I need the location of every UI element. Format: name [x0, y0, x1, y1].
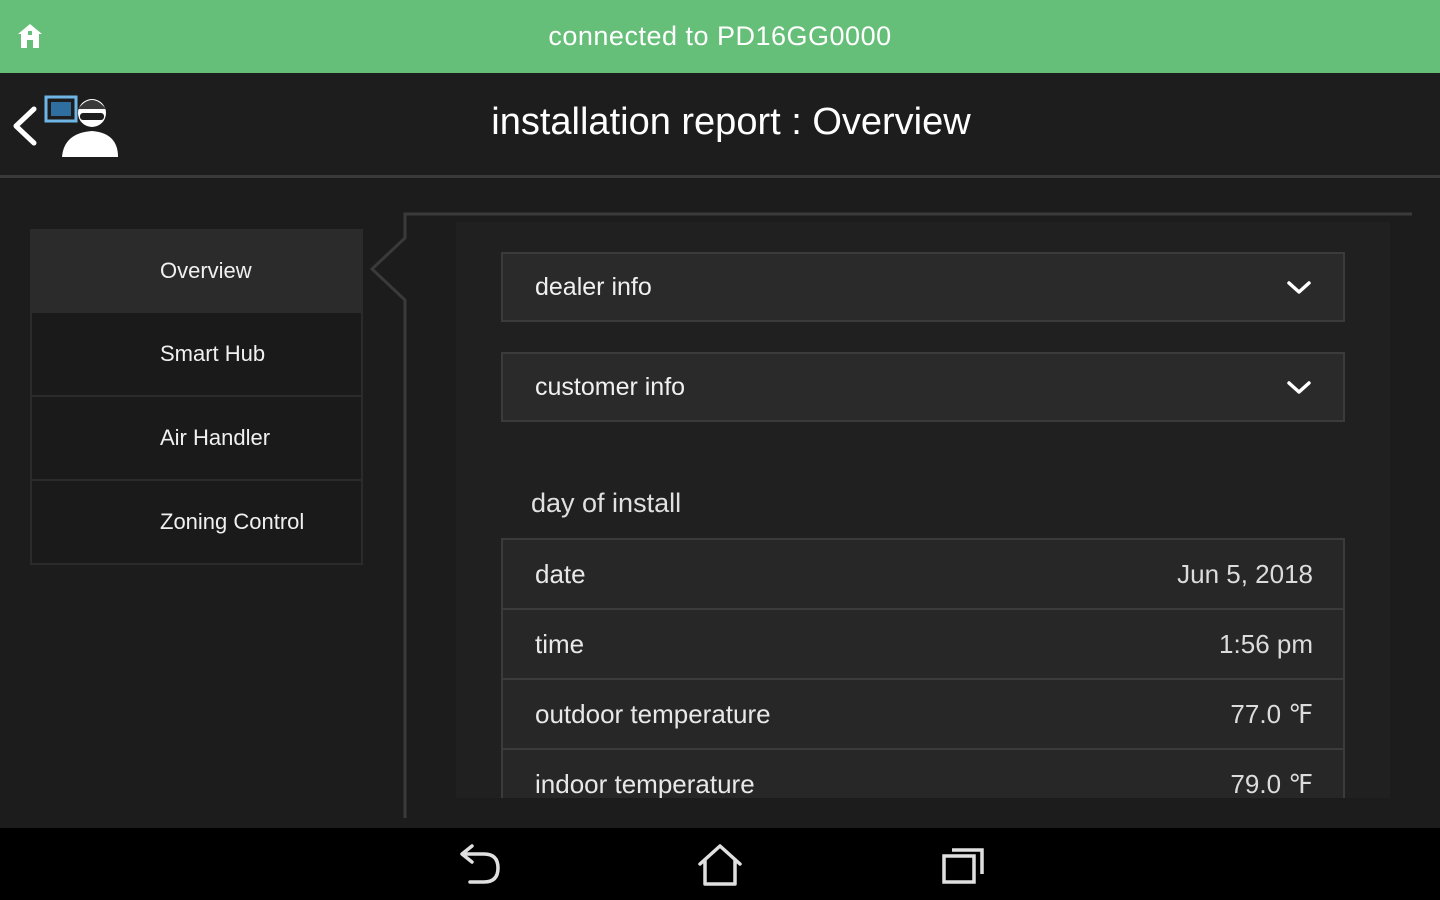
install-info-table: date Jun 5, 2018 time 1:56 pm outdoor te… — [501, 538, 1345, 798]
sidebar: Overview Smart Hub Air Handler Zoning Co… — [30, 229, 363, 565]
table-row: indoor temperature 79.0 ℉ — [503, 750, 1343, 798]
row-value: Jun 5, 2018 — [1177, 558, 1313, 589]
status-bar: connected to PD16GG0000 — [0, 0, 1440, 73]
home-button[interactable] — [14, 20, 46, 52]
row-label: time — [535, 628, 585, 659]
dealer-info-accordion[interactable]: dealer info — [501, 252, 1345, 322]
customer-info-label: customer info — [535, 372, 686, 401]
system-home-button[interactable] — [695, 842, 745, 888]
main-area: Overview Smart Hub Air Handler Zoning Co… — [0, 178, 1440, 828]
sidebar-item-label: Zoning Control — [160, 509, 305, 534]
row-value: 79.0 ℉ — [1230, 768, 1313, 799]
row-label: indoor temperature — [535, 768, 755, 799]
sidebar-item-smart-hub[interactable]: Smart Hub — [30, 313, 363, 397]
home-outline-icon — [698, 844, 742, 886]
table-row: date Jun 5, 2018 — [503, 540, 1343, 610]
chevron-down-icon — [1287, 281, 1311, 294]
page-title: installation report : Overview — [491, 101, 971, 143]
table-row: time 1:56 pm — [503, 610, 1343, 680]
row-value: 77.0 ℉ — [1230, 698, 1313, 729]
system-recent-apps-button[interactable] — [940, 842, 990, 888]
row-label: outdoor temperature — [535, 698, 771, 729]
content-panel: dealer info customer info day of install… — [456, 222, 1390, 798]
row-value: 1:56 pm — [1219, 628, 1313, 659]
header: installation report : Overview — [0, 73, 1440, 178]
customer-info-accordion[interactable]: customer info — [501, 352, 1345, 422]
system-nav-bar — [0, 828, 1440, 900]
chevron-down-icon — [1287, 381, 1311, 394]
sidebar-item-label: Smart Hub — [160, 341, 266, 366]
dealer-info-label: dealer info — [535, 272, 652, 301]
row-label: date — [535, 558, 586, 589]
sidebar-item-zoning-control[interactable]: Zoning Control — [30, 481, 363, 565]
system-back-button[interactable] — [454, 842, 504, 888]
recent-apps-icon — [942, 848, 984, 884]
connection-status: connected to PD16GG0000 — [548, 21, 892, 51]
sidebar-item-label: Air Handler — [160, 425, 271, 450]
section-title: day of install — [531, 488, 682, 518]
table-row: outdoor temperature 77.0 ℉ — [503, 680, 1343, 750]
sidebar-item-overview[interactable]: Overview — [30, 229, 363, 313]
sidebar-item-air-handler[interactable]: Air Handler — [30, 397, 363, 481]
sidebar-item-label: Overview — [160, 258, 252, 283]
home-icon — [18, 24, 42, 48]
back-arrow-icon — [460, 844, 500, 884]
